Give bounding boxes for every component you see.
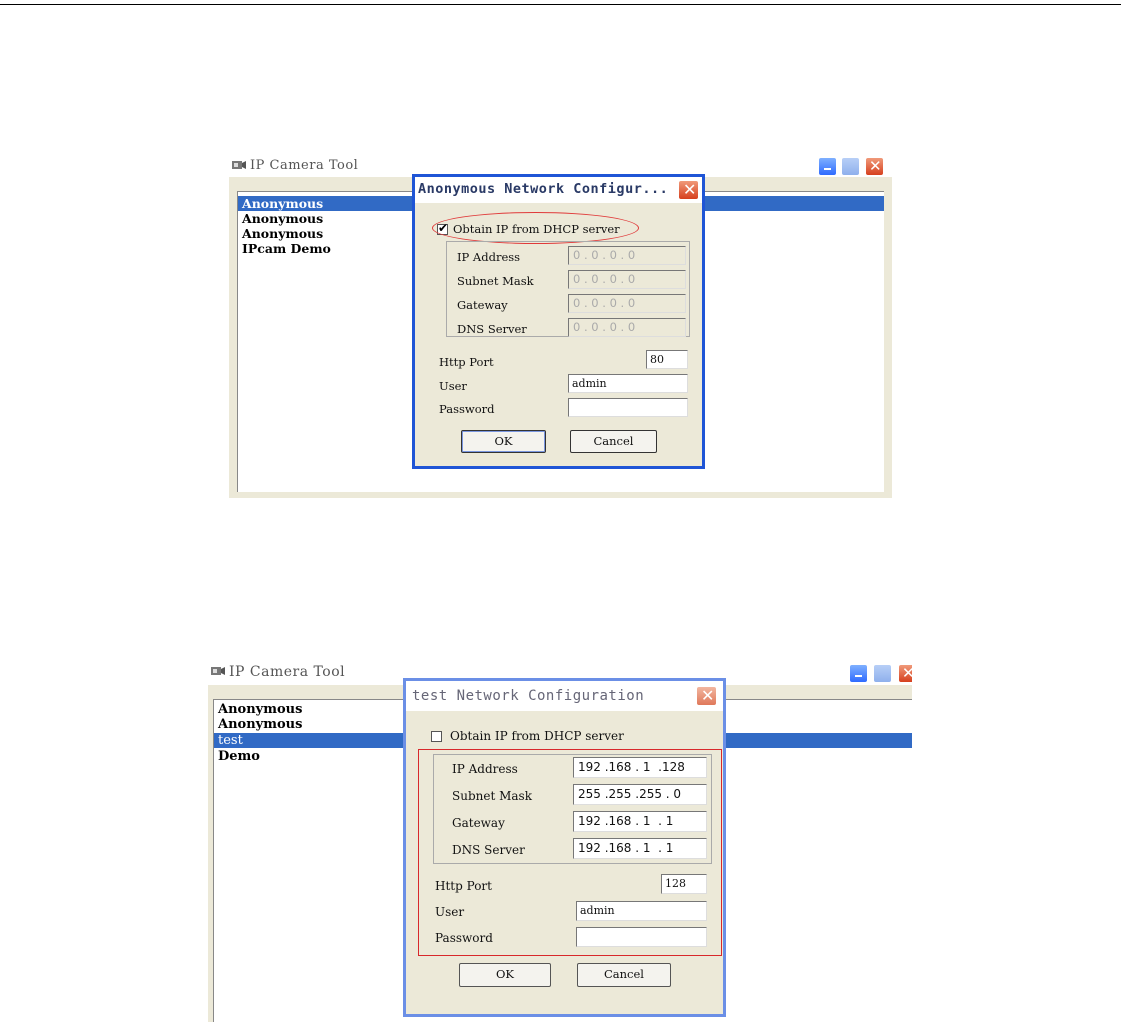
dhcp-highlight-ellipse xyxy=(432,212,639,244)
ip-address-field[interactable]: 192 .168 . 1 .128 xyxy=(573,757,707,778)
password-input[interactable] xyxy=(576,927,707,947)
dialog-title-bar[interactable]: Anonymous Network Configur... ✕ xyxy=(415,177,702,203)
cancel-button[interactable]: Cancel xyxy=(570,430,657,453)
dns-server-label: DNS Server xyxy=(452,843,525,857)
network-config-dialog: test Network Configuration ✕ Obtain IP f… xyxy=(403,678,726,1017)
http-port-input[interactable]: 80 xyxy=(646,350,688,369)
minimize-button[interactable] xyxy=(818,157,837,176)
close-icon: ✕ xyxy=(683,180,697,199)
user-input[interactable]: admin xyxy=(576,901,707,921)
subnet-mask-label: Subnet Mask xyxy=(452,789,532,803)
window-title: IP Camera Tool xyxy=(229,664,346,680)
close-icon: ✕ xyxy=(902,664,912,682)
gateway-label: Gateway xyxy=(452,816,505,830)
page-top-rule xyxy=(0,4,1121,5)
http-port-label: Http Port xyxy=(439,355,494,369)
ok-button[interactable]: OK xyxy=(459,963,551,987)
dialog-title-bar[interactable]: test Network Configuration ✕ xyxy=(406,681,723,711)
close-button[interactable]: ✕ xyxy=(865,157,884,176)
subnet-mask-field[interactable]: 0 . 0 . 0 . 0 xyxy=(568,270,686,289)
dialog-close-button[interactable]: ✕ xyxy=(696,686,717,706)
password-label: Password xyxy=(439,402,495,416)
maximize-button[interactable] xyxy=(873,664,892,683)
user-label: User xyxy=(435,905,465,919)
gateway-label: Gateway xyxy=(457,298,508,312)
http-port-label: Http Port xyxy=(435,879,492,893)
gateway-field[interactable]: 192 .168 . 1 . 1 xyxy=(573,811,707,832)
minimize-icon xyxy=(855,675,862,677)
ip-address-field[interactable]: 0 . 0 . 0 . 0 xyxy=(568,246,686,265)
dialog-title: Anonymous Network Configur... xyxy=(418,181,669,197)
cancel-button[interactable]: Cancel xyxy=(577,963,671,987)
user-input[interactable]: admin xyxy=(568,374,688,393)
ip-address-label: IP Address xyxy=(452,762,518,776)
dns-server-field[interactable]: 0 . 0 . 0 . 0 xyxy=(568,318,686,337)
dhcp-checkbox[interactable] xyxy=(431,731,442,742)
http-port-input[interactable]: 128 xyxy=(661,874,707,894)
minimize-icon xyxy=(824,168,831,170)
minimize-button[interactable] xyxy=(849,664,868,683)
dhcp-label: Obtain IP from DHCP server xyxy=(450,729,624,743)
gateway-field[interactable]: 0 . 0 . 0 . 0 xyxy=(568,294,686,313)
close-button[interactable]: ✕ xyxy=(898,664,912,683)
password-label: Password xyxy=(435,931,493,945)
subnet-mask-field[interactable]: 255 .255 .255 . 0 xyxy=(573,784,707,805)
ok-button[interactable]: OK xyxy=(461,430,546,453)
dialog-close-button[interactable]: ✕ xyxy=(678,180,699,200)
maximize-button[interactable] xyxy=(841,157,860,176)
dns-server-field[interactable]: 192 .168 . 1 . 1 xyxy=(573,838,707,859)
dns-server-label: DNS Server xyxy=(457,322,527,336)
password-input[interactable] xyxy=(568,398,688,417)
user-label: User xyxy=(439,379,467,393)
app-icon xyxy=(211,667,225,675)
network-config-dialog: Anonymous Network Configur... ✕ ✔ Obtain… xyxy=(412,174,705,469)
ip-address-label: IP Address xyxy=(457,250,521,264)
window-title: IP Camera Tool xyxy=(250,158,359,173)
subnet-mask-label: Subnet Mask xyxy=(457,274,534,288)
close-icon: ✕ xyxy=(869,157,882,175)
app-icon xyxy=(232,161,246,169)
dialog-title: test Network Configuration xyxy=(412,688,645,704)
close-icon: ✕ xyxy=(701,686,715,705)
